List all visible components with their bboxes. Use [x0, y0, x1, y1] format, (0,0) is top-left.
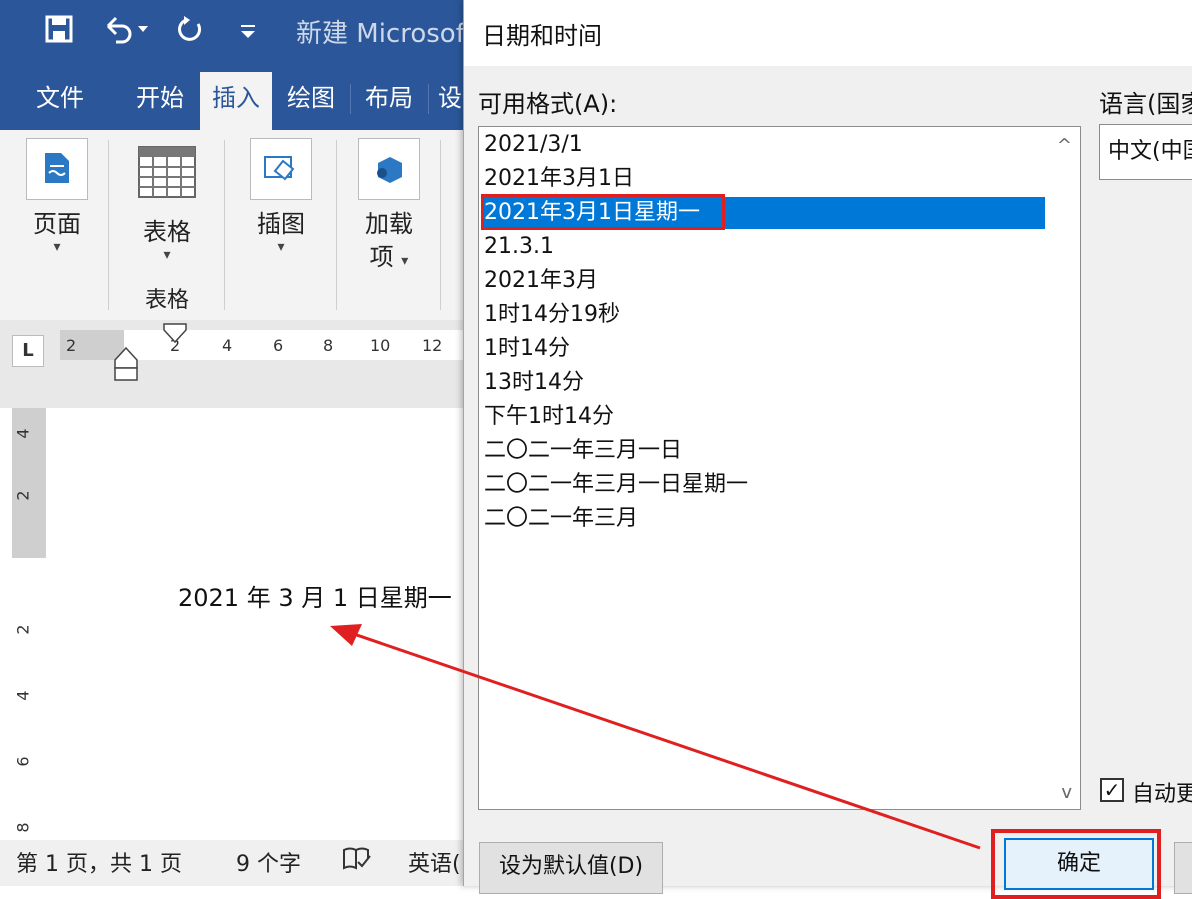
format-item[interactable]: 2021/3/1 — [484, 129, 583, 161]
ruler-tick: 2 — [13, 490, 33, 501]
document-page[interactable] — [62, 408, 482, 840]
tab-divider — [350, 84, 351, 114]
format-item[interactable]: 21.3.1 — [484, 231, 554, 263]
chevron-down-icon: ▾ — [401, 253, 409, 269]
chevron-down-icon: ▾ — [277, 239, 285, 255]
table-icon — [132, 146, 202, 204]
set-default-button[interactable]: 设为默认值(D) — [479, 842, 663, 894]
ruler-tick: 8 — [323, 336, 334, 355]
auto-update-label: 自动更 — [1132, 782, 1192, 807]
format-item[interactable]: 二〇二一年三月一日 — [484, 435, 682, 467]
illustrations-button[interactable]: 插图 ▾ — [246, 138, 316, 255]
highlight-box — [481, 194, 725, 230]
tab-home[interactable]: 开始 — [120, 72, 200, 130]
inserted-date-text[interactable]: 2021 年 3 月 1 日星期一 — [178, 578, 452, 613]
pages-button[interactable]: 页面 ▾ — [22, 138, 92, 255]
page-count[interactable]: 第 1 页，共 1 页 — [16, 846, 182, 878]
language-select[interactable]: 中文(中国 — [1099, 124, 1192, 180]
proofing-icon[interactable] — [342, 846, 372, 878]
word-count[interactable]: 9 个字 — [236, 846, 301, 878]
ruler-tick: 8 — [13, 822, 33, 833]
illustrations-label: 插图 — [257, 210, 305, 238]
ruler-tick: 12 — [422, 336, 443, 355]
addins-label: 加载 — [365, 210, 413, 238]
ruler-tick: 2 — [66, 336, 77, 355]
redo-icon[interactable] — [174, 14, 206, 55]
chevron-down-icon: ▾ — [163, 247, 171, 263]
customize-icon[interactable] — [238, 14, 258, 55]
ruler-tick: 6 — [13, 756, 33, 767]
tab-layout[interactable]: 布局 — [354, 72, 424, 130]
table-button[interactable]: 表格 ▾ — [132, 146, 202, 263]
tab-divider — [428, 84, 429, 114]
format-item[interactable]: 2021年3月 — [484, 265, 598, 297]
ruler-tick: 4 — [222, 336, 233, 355]
illustrations-icon — [250, 138, 312, 200]
first-line-indent-marker[interactable] — [162, 322, 188, 344]
language-status[interactable]: 英语( — [408, 846, 461, 878]
formats-label: 可用格式(A): — [478, 90, 618, 118]
format-item[interactable]: 2021年3月1日 — [484, 163, 634, 195]
page-icon — [26, 138, 88, 200]
table-label: 表格 — [143, 218, 191, 246]
ruler-tick: 6 — [273, 336, 284, 355]
table-group-label: 表格 — [144, 288, 189, 313]
dialog-title: 日期和时间 — [482, 22, 602, 50]
addins-label-line2: 项 ▾ — [369, 243, 409, 271]
format-item[interactable]: 13时14分 — [484, 367, 584, 399]
dialog-title-bar: 日期和时间 — [464, 0, 1192, 66]
tab-file[interactable]: 文件 — [20, 72, 100, 130]
format-item[interactable]: 1时14分 — [484, 333, 570, 365]
formats-list[interactable]: 2021/3/1 2021年3月1日 2021年3月1日星期一 21.3.1 2… — [478, 126, 1081, 810]
pages-label: 页面 — [33, 210, 81, 238]
date-time-dialog: 日期和时间 可用格式(A): 2021/3/1 2021年3月1日 2021年3… — [463, 0, 1192, 899]
ruler-tick: 4 — [13, 690, 33, 701]
format-item[interactable]: 二〇二一年三月一日星期一 — [484, 469, 748, 501]
addins-icon — [358, 138, 420, 200]
ruler-tick: 2 — [13, 624, 33, 635]
cancel-button[interactable] — [1174, 842, 1192, 894]
language-label: 语言(国家 — [1099, 90, 1192, 118]
format-item[interactable]: 二〇二一年三月 — [484, 503, 638, 535]
format-item[interactable]: 下午1时14分 — [484, 401, 614, 433]
chevron-down-icon: ▾ — [53, 239, 61, 255]
tab-draw[interactable]: 绘图 — [276, 72, 346, 130]
tab-stop-selector[interactable]: L — [12, 335, 44, 367]
tab-insert[interactable]: 插入 — [200, 72, 272, 130]
ruler-tick: 4 — [13, 428, 33, 439]
format-item[interactable]: 1时14分19秒 — [484, 299, 620, 331]
auto-update-checkbox[interactable]: ✓ — [1100, 778, 1124, 802]
window-title: 新建 Microsoft — [296, 19, 475, 49]
undo-icon[interactable] — [102, 14, 148, 55]
save-icon[interactable] — [44, 14, 74, 55]
highlight-box — [991, 829, 1161, 899]
hanging-indent-marker[interactable] — [113, 346, 139, 382]
scroll-up-icon[interactable]: ^ — [1057, 135, 1072, 156]
ruler-tick: 10 — [370, 336, 391, 355]
addins-button[interactable]: 加载 项 ▾ — [354, 138, 424, 272]
scroll-down-icon[interactable]: v — [1061, 782, 1072, 803]
